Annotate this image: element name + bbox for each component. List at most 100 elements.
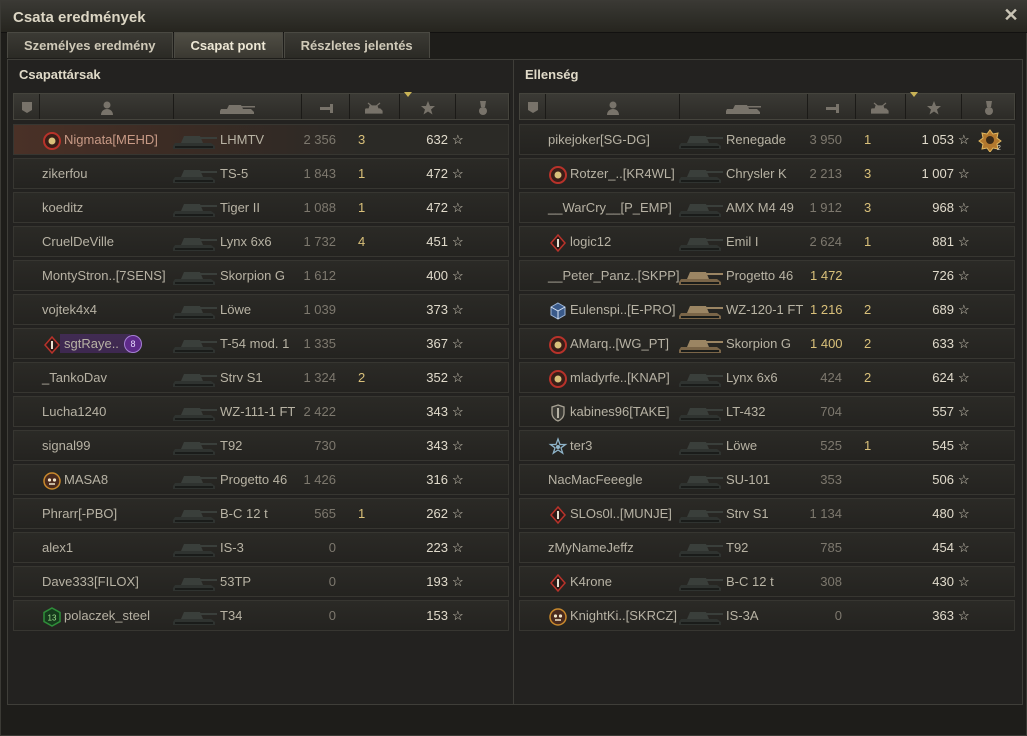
xp-value: 451 [426, 234, 448, 249]
enemy-row[interactable]: SLOs0l..[MUNJE] Strv S1 1 134 480 ☆ [519, 498, 1015, 529]
enemies-damage-header-cell[interactable] [808, 94, 856, 119]
enemies-tank-header-cell[interactable] [680, 94, 808, 119]
kills-header-icon [365, 102, 383, 114]
ally-row[interactable]: Lucha1240 WZ-111-1 FT 2 422 343 ☆ [13, 396, 509, 427]
xp-header-icon [421, 101, 435, 115]
player-name[interactable]: zMyNameJeffz [548, 533, 634, 562]
player-name[interactable]: MASA8 [64, 465, 108, 494]
player-name[interactable]: sgtRaye.. [64, 329, 119, 358]
ally-row[interactable]: Dave333[FILOX] 53TP 0 193 ☆ [13, 566, 509, 597]
enemies-xp-header-cell[interactable] [906, 92, 962, 119]
player-name[interactable]: Rotzer_..[KR4WL] [570, 159, 675, 188]
xp-star-icon: ☆ [452, 438, 464, 453]
player-name[interactable]: K4rone [570, 567, 612, 596]
allies-damage-header-cell[interactable] [302, 94, 350, 119]
vehicle-name: T92 [220, 438, 243, 453]
enemy-row[interactable]: zMyNameJeffz T92 785 454 ☆ [519, 532, 1015, 563]
enemy-row[interactable]: NacMacFeeegle SU-101 353 506 ☆ [519, 464, 1015, 495]
player-name[interactable]: Lucha1240 [42, 397, 106, 426]
close-icon[interactable]: ✕ [1003, 6, 1019, 24]
enemy-row[interactable]: mladyrfe..[KNAP] Lynx 6x6 424 2 624 ☆ [519, 362, 1015, 393]
tank-silhouette-icon [173, 442, 217, 455]
player-name[interactable]: KnightKi..[SKRCZ] [570, 601, 677, 630]
kills-value [358, 397, 372, 426]
player-name[interactable]: ter3 [570, 431, 592, 460]
allies-medal-header-cell[interactable] [456, 94, 510, 119]
tab-team-score[interactable]: Csapat pont [173, 32, 283, 58]
ally-row[interactable]: sgtRaye.. 8 T-54 mod. 1 1 335 367 ☆ [13, 328, 509, 359]
xp-star-icon: ☆ [958, 336, 970, 351]
enemy-row[interactable]: __Peter_Panz..[SKPP] Progetto 46 1 472 726 ☆ [519, 260, 1015, 291]
xp-header-icon [927, 101, 941, 115]
ally-row[interactable]: MontyStron..[7SENS] Skorpion G 1 612 400 ☆ [13, 260, 509, 291]
enemy-row[interactable]: KnightKi..[SKRCZ] IS-3A 0 363 ☆ [519, 600, 1015, 631]
player-name[interactable]: NacMacFeeegle [548, 465, 643, 494]
ally-row[interactable]: MASA8 Progetto 46 1 426 316 ☆ [13, 464, 509, 495]
player-name[interactable]: polaczek_steel [64, 601, 150, 630]
enemy-row[interactable]: K4rone B-C 12 t 308 430 ☆ [519, 566, 1015, 597]
marks-of-excellence-icon [548, 369, 567, 388]
tab-detailed-report[interactable]: Részletes jelentés [283, 32, 430, 58]
level-badge-icon: 13 [42, 607, 61, 627]
damage-value: 1 088 [303, 200, 336, 215]
ally-row[interactable]: koeditz Tiger II 1 088 1 472 ☆ [13, 192, 509, 223]
player-name[interactable]: Phrarr[-PBO] [42, 499, 117, 528]
allies-player-header-cell[interactable] [40, 94, 174, 119]
player-name[interactable]: Eulenspi..[E-PRO] [570, 295, 676, 324]
ally-row[interactable]: Nigmata[MEHD] LHMTV 2 356 3 632 ☆ [13, 124, 509, 155]
player-name[interactable]: koeditz [42, 193, 83, 222]
player-name[interactable]: SLOs0l..[MUNJE] [570, 499, 672, 528]
enemy-row[interactable]: pikejoker[SG-DG] Renegade 3 950 1 1 053 ☆ 2 [519, 124, 1015, 155]
enemy-row[interactable]: Eulenspi..[E-PRO] WZ-120-1 FT 1 216 2 689 ☆ [519, 294, 1015, 325]
enemy-row[interactable]: Rotzer_..[KR4WL] Chrysler K 2 213 3 1 007 ☆ [519, 158, 1015, 189]
player-name[interactable]: kabines96[TAKE] [570, 397, 669, 426]
ally-row[interactable]: Phrarr[-PBO] B-C 12 t 565 1 262 ☆ [13, 498, 509, 529]
player-name[interactable]: vojtek4x4 [42, 295, 97, 324]
player-name[interactable]: pikejoker[SG-DG] [548, 125, 650, 154]
player-name[interactable]: Nigmata[MEHD] [64, 125, 158, 154]
xp-star-icon: ☆ [958, 404, 970, 419]
ally-row[interactable]: zikerfou TS-5 1 843 1 472 ☆ [13, 158, 509, 189]
player-name[interactable]: __WarCry__[P_EMP] [548, 193, 672, 222]
enemy-row[interactable]: AMarq..[WG_PT] Skorpion G 1 400 2 633 ☆ [519, 328, 1015, 359]
ally-row[interactable]: vojtek4x4 Löwe 1 039 373 ☆ [13, 294, 509, 325]
tab-personal-results[interactable]: Személyes eredmény [7, 32, 173, 58]
allies-xp-header-cell[interactable] [400, 92, 456, 119]
player-name[interactable]: AMarq..[WG_PT] [570, 329, 669, 358]
enemies-medal-header-cell[interactable] [962, 94, 1016, 119]
tank-silhouette-icon [679, 612, 723, 625]
tank-silhouette-icon [679, 510, 723, 523]
marks-of-excellence-icon [548, 165, 567, 184]
enemy-row[interactable]: ter3 Löwe 525 1 545 ☆ [519, 430, 1015, 461]
player-name[interactable]: mladyrfe..[KNAP] [570, 363, 670, 392]
enemy-row[interactable]: logic12 Emil I 2 624 1 881 ☆ [519, 226, 1015, 257]
enemy-row[interactable]: kabines96[TAKE] LT-432 704 557 ☆ [519, 396, 1015, 427]
kills-value [864, 499, 878, 528]
player-name[interactable]: logic12 [570, 227, 611, 256]
allies-kills-header-cell[interactable] [350, 94, 400, 119]
enemy-row[interactable]: __WarCry__[P_EMP] AMX M4 49 1 912 3 968 ☆ [519, 192, 1015, 223]
ally-row[interactable]: alex1 IS-3 0 223 ☆ [13, 532, 509, 563]
player-name[interactable]: alex1 [42, 533, 73, 562]
enemies-kills-header-cell[interactable] [856, 94, 906, 119]
kills-value: 2 [358, 370, 366, 385]
enemies-player-header-cell[interactable] [546, 94, 680, 119]
player-name[interactable]: __Peter_Panz..[SKPP] [548, 261, 680, 290]
xp-value: 632 [426, 132, 448, 147]
player-name[interactable]: zikerfou [42, 159, 88, 188]
xp-value: 454 [932, 540, 954, 555]
ally-row[interactable]: _TankoDav Strv S1 1 324 2 352 ☆ [13, 362, 509, 393]
player-name[interactable]: CruelDeVille [42, 227, 114, 256]
medal-icon[interactable]: 2 [978, 128, 1002, 152]
allies-tank-header-cell[interactable] [174, 94, 302, 119]
player-name[interactable]: MontyStron..[7SENS] [42, 261, 166, 290]
ally-row[interactable]: 13 polaczek_steel T34 0 153 ☆ [13, 600, 509, 631]
medal-header-icon [479, 101, 487, 115]
ally-row[interactable]: CruelDeVille Lynx 6x6 1 732 4 451 ☆ [13, 226, 509, 257]
player-name[interactable]: Dave333[FILOX] [42, 567, 139, 596]
allies-vehicle-type-header-cell[interactable] [14, 94, 40, 119]
player-name[interactable]: _TankoDav [42, 363, 107, 392]
ally-row[interactable]: signal99 T92 730 343 ☆ [13, 430, 509, 461]
player-name[interactable]: signal99 [42, 431, 90, 460]
enemies-vehicle-type-header-cell[interactable] [520, 94, 546, 119]
